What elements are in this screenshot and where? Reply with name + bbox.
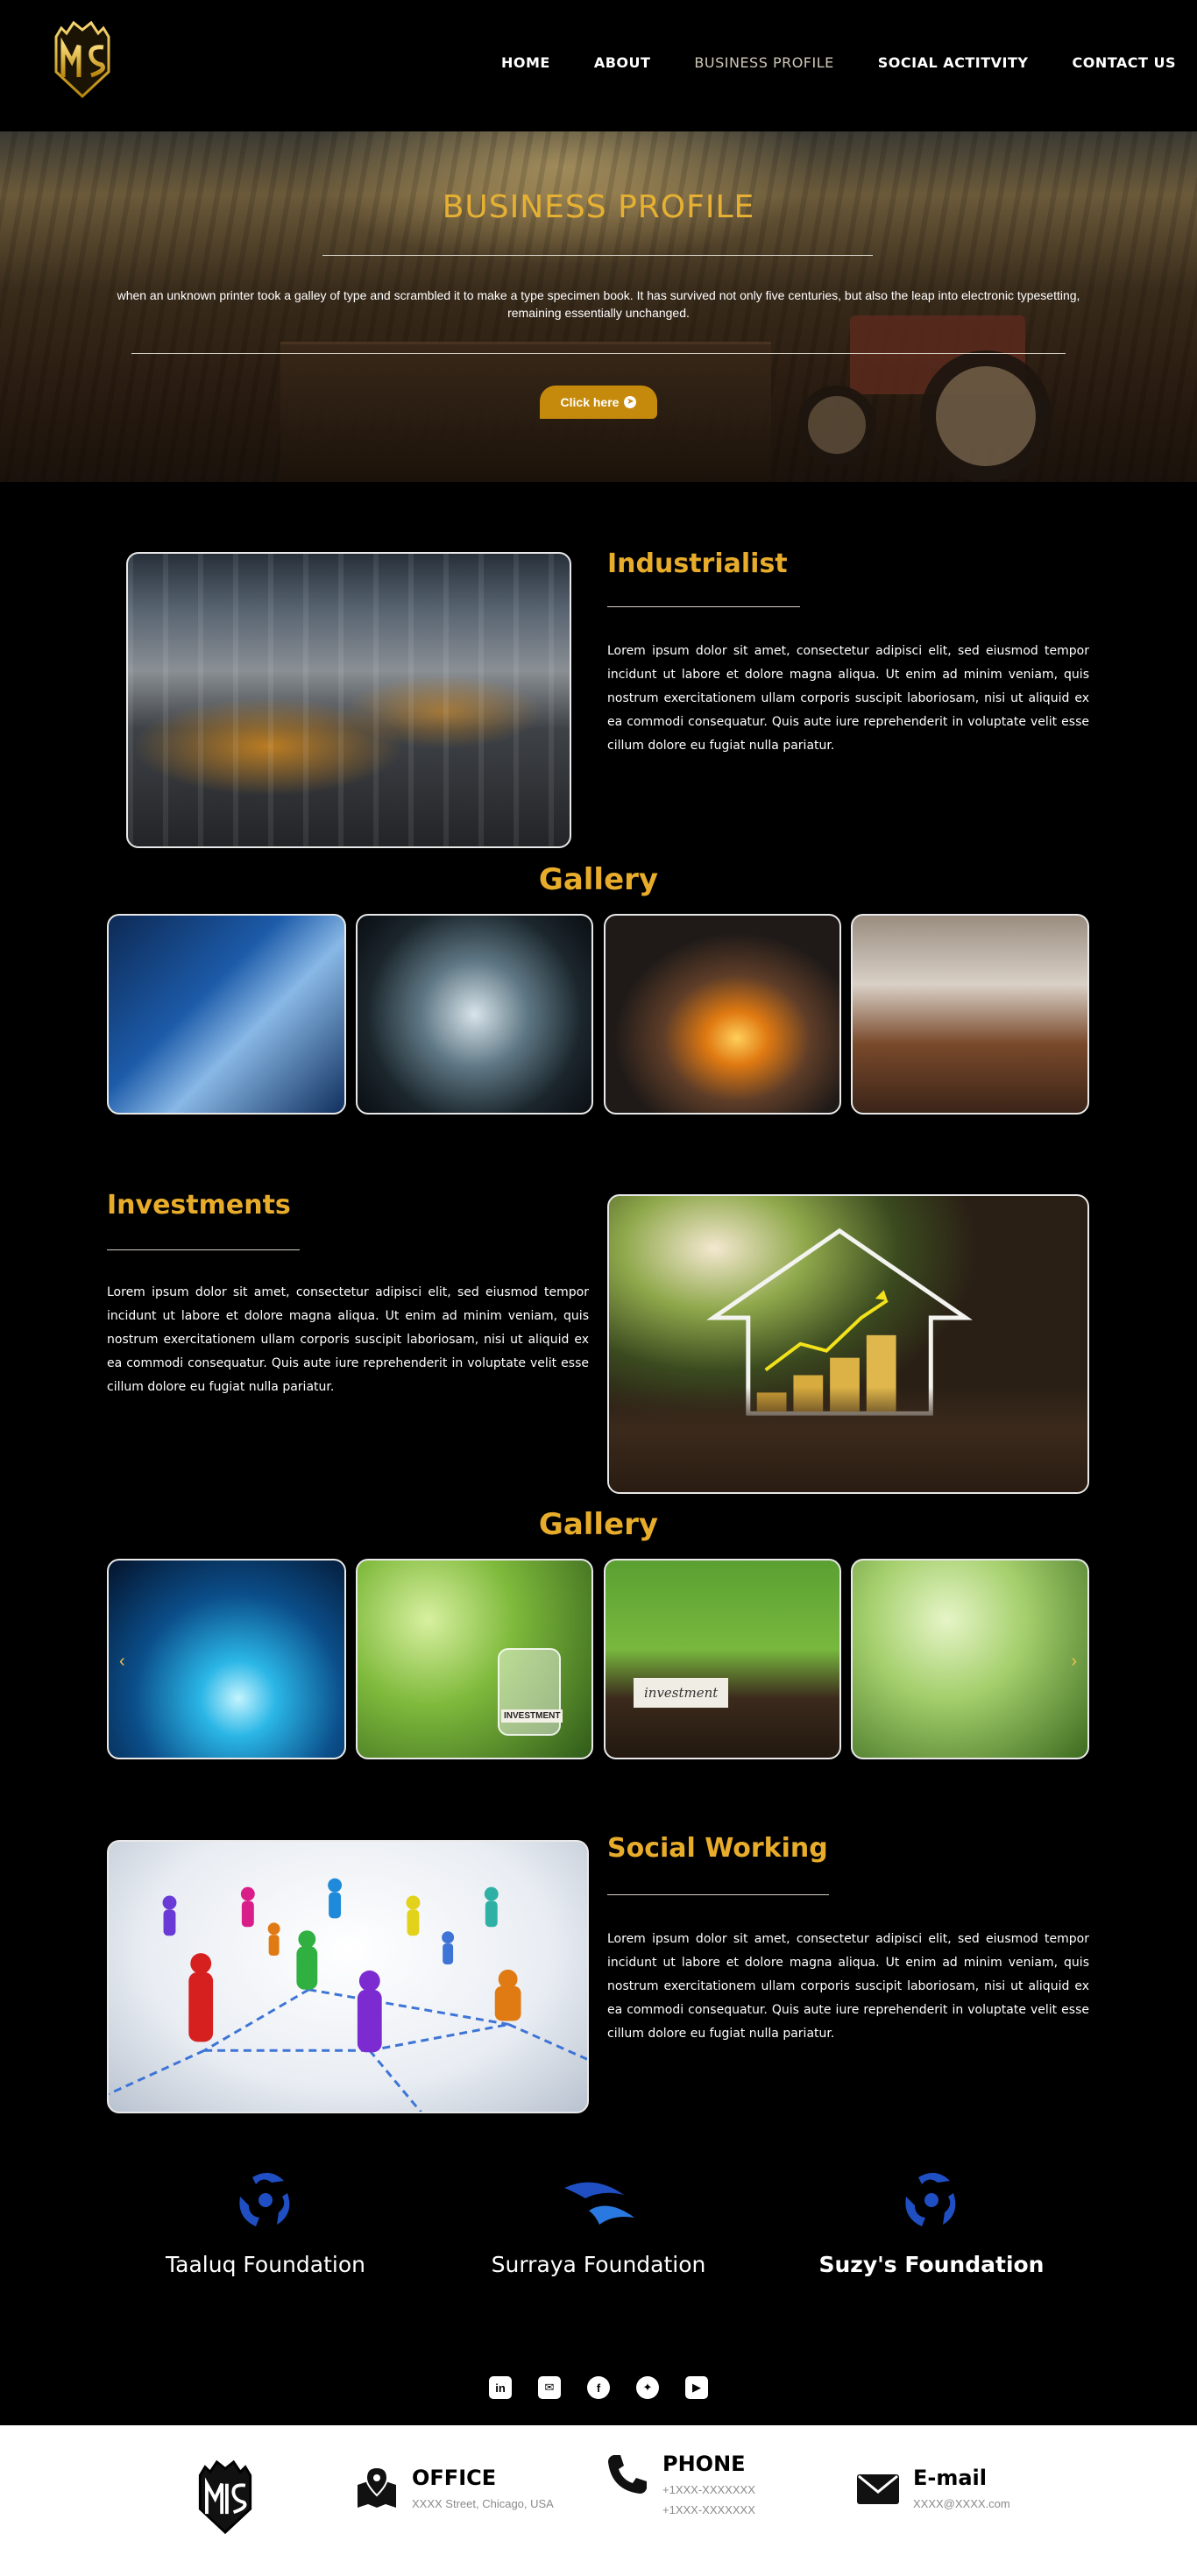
click-here-label: Click here: [560, 395, 620, 409]
twitter-icon[interactable]: ✦: [636, 2376, 659, 2399]
office-title: OFFICE: [412, 2466, 497, 2490]
investments-text: Lorem ipsum dolor sit amet, consectetur …: [107, 1285, 589, 1394]
divider: [322, 255, 873, 256]
contact-email: E-mail XXXX@XXXX.com: [855, 2466, 1010, 2511]
foundation-name: Taaluq Foundation: [166, 2252, 365, 2277]
phone-number[interactable]: +1XXX-XXXXXXX: [662, 2503, 755, 2516]
foundation-taaluq[interactable]: Taaluq Foundation: [134, 2160, 397, 2277]
nav-home[interactable]: HOME: [501, 54, 550, 71]
site-footer: OFFICE XXXX Street, Chicago, USA PHONE +…: [0, 2425, 1197, 2576]
office-address: XXXX Street, Chicago, USA: [412, 2497, 554, 2510]
foundation-name: Surraya Foundation: [491, 2252, 706, 2277]
contact-office: OFFICE XXXX Street, Chicago, USA: [354, 2466, 554, 2511]
envelope-icon: [857, 2474, 899, 2504]
nav-contact-us[interactable]: CONTACT US: [1072, 54, 1176, 71]
site-logo[interactable]: [49, 19, 116, 100]
foundation-surraya[interactable]: Surraya Foundation: [467, 2160, 730, 2277]
youtube-icon[interactable]: ▶: [685, 2376, 708, 2399]
phone-title: PHONE: [662, 2452, 746, 2476]
chevron-left-icon[interactable]: ‹: [119, 1652, 125, 1672]
house-growth-illustration: [706, 1228, 973, 1416]
investments-title: Investments: [107, 1190, 291, 1221]
click-here-button[interactable]: Click here ➤: [540, 386, 657, 419]
divider: [607, 606, 800, 607]
chevron-right-icon[interactable]: ›: [1071, 1652, 1077, 1672]
divider: [607, 1894, 829, 1895]
nav-about[interactable]: ABOUT: [594, 54, 651, 71]
gallery-image[interactable]: INVESTMENT: [356, 1559, 593, 1759]
hero-trailer-image: [280, 342, 771, 482]
gallery-image[interactable]: [851, 914, 1089, 1115]
people-network-illustration: [109, 1878, 587, 2112]
foundation-wave-icon: [564, 2182, 634, 2225]
gallery-title: Gallery: [538, 862, 659, 897]
map-pin-icon: [358, 2466, 396, 2508]
phone-icon: [608, 2455, 647, 2494]
gallery-image[interactable]: investment: [604, 1559, 841, 1759]
gallery-image[interactable]: [604, 914, 841, 1115]
linkedin-icon[interactable]: in: [489, 2376, 512, 2399]
phone-number[interactable]: +1XXX-XXXXXXX: [662, 2483, 755, 2496]
gallery-image[interactable]: [356, 914, 593, 1115]
gallery-image[interactable]: [107, 914, 346, 1115]
arrow-right-icon: ➤: [624, 396, 637, 408]
email-address[interactable]: XXXX@XXXX.com: [913, 2497, 1010, 2510]
investments-image: [607, 1194, 1089, 1494]
nav-social-activity[interactable]: SOCIAL ACTITVITY: [878, 54, 1029, 71]
foundation-swirl-icon: [239, 2172, 290, 2226]
nav-business-profile[interactable]: BUSINESS PROFILE: [694, 54, 833, 71]
divider: [131, 353, 1066, 354]
hero-text: when an unknown printer took a galley of…: [117, 288, 1080, 320]
investment-sign: investment: [634, 1678, 729, 1708]
email-icon[interactable]: ✉: [538, 2376, 561, 2399]
jar-graphic: [498, 1648, 561, 1736]
industrialist-image: [126, 552, 571, 848]
jar-label: INVESTMENT: [501, 1709, 563, 1723]
social-working-title: Social Working: [607, 1833, 828, 1864]
social-working-text: Lorem ipsum dolor sit amet, consectetur …: [607, 1932, 1089, 2041]
facebook-icon[interactable]: f: [587, 2376, 610, 2399]
divider: [107, 1249, 300, 1250]
gallery-image[interactable]: ‹: [107, 1559, 346, 1759]
hero-banner: BUSINESS PROFILE when an unknown printer…: [0, 131, 1197, 482]
hero-title: BUSINESS PROFILE: [442, 189, 755, 225]
foundation-name: Suzy's Foundation: [818, 2252, 1045, 2277]
social-working-image: [107, 1840, 589, 2113]
industrialist-text: Lorem ipsum dolor sit amet, consectetur …: [607, 644, 1089, 753]
foundation-suzys[interactable]: Suzy's Foundation: [800, 2160, 1063, 2277]
site-header: HOME ABOUT BUSINESS PROFILE SOCIAL ACTIT…: [0, 0, 1197, 131]
gallery-title: Gallery: [538, 1507, 659, 1542]
foundation-swirl-icon: [905, 2172, 956, 2226]
main-nav: HOME ABOUT BUSINESS PROFILE SOCIAL ACTIT…: [501, 54, 1176, 71]
industrialist-title: Industrialist: [607, 548, 788, 579]
contact-phone: PHONE +1XXX-XXXXXXX +1XXX-XXXXXXX: [605, 2452, 755, 2516]
footer-logo: [198, 2459, 252, 2535]
gallery-image[interactable]: ›: [851, 1559, 1089, 1759]
email-title: E-mail: [913, 2466, 988, 2490]
social-links: in ✉ f ✦ ▶: [0, 2376, 1197, 2399]
